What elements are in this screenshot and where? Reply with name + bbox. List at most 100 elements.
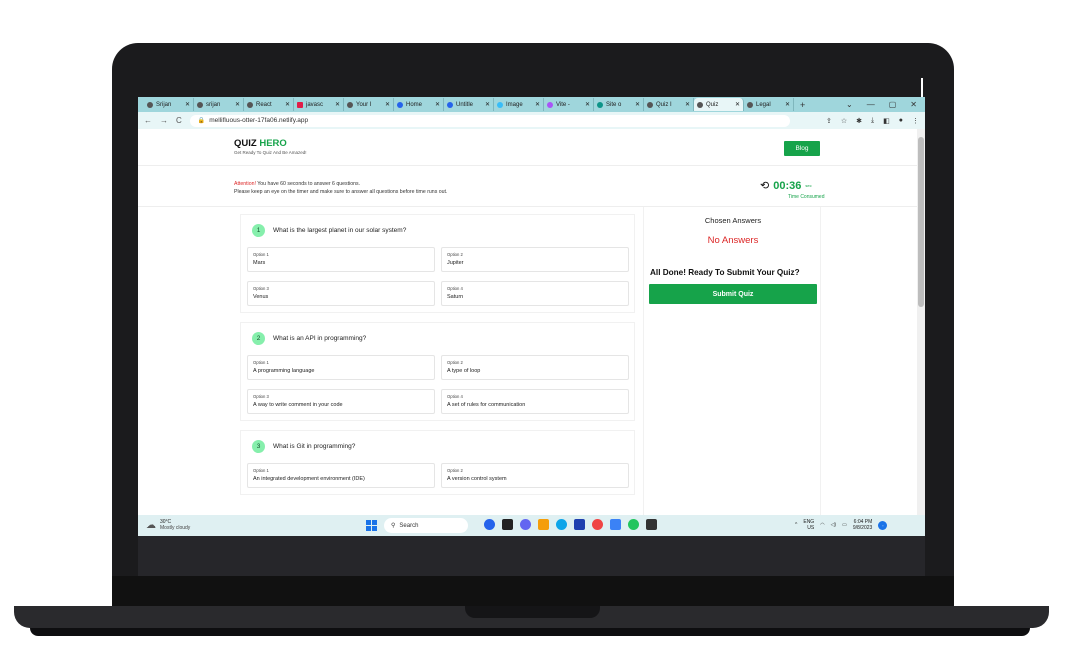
store-icon[interactable] <box>574 519 585 530</box>
browser-tab[interactable]: Untitle ✕ <box>444 98 494 111</box>
file-explorer-icon[interactable] <box>538 519 549 530</box>
tab-favicon-icon <box>647 101 653 108</box>
menu-kebab-icon[interactable]: ⋮ <box>912 117 919 125</box>
browser-tab[interactable]: Vite - ✕ <box>544 98 594 111</box>
window-controls: ⌄ — ▢ ✕ <box>846 100 925 109</box>
blog-button[interactable]: Blog <box>784 141 820 156</box>
question-number-badge: 1 <box>252 224 265 237</box>
browser-tab[interactable]: Site o ✕ <box>594 98 644 111</box>
windows-start-icon[interactable] <box>366 520 377 531</box>
browser-tab-bar: Srijan ✕ srijan ✕ React ✕ javasc ✕ Your I ✕ H… <box>138 97 925 112</box>
taskbar-clock[interactable]: 6:04 PM 9/8/2023 <box>853 519 872 531</box>
option-card[interactable]: Option 1 An integrated development enviro… <box>247 463 435 488</box>
close-tab-icon[interactable]: ✕ <box>433 101 440 108</box>
close-tab-icon[interactable]: ✕ <box>733 101 740 108</box>
submit-prompt: All Done! Ready To Submit Your Quiz? <box>650 268 800 277</box>
profile-avatar-icon[interactable]: ● <box>899 117 903 125</box>
option-card[interactable]: Option 1 A programming language <box>247 355 435 380</box>
taskbar-search[interactable]: ⚲ Search <box>384 518 468 533</box>
download-icon[interactable]: ⤓ <box>871 117 874 125</box>
close-tab-icon[interactable]: ✕ <box>283 101 290 108</box>
language-indicator[interactable]: ENG US <box>803 519 814 531</box>
option-card[interactable]: Option 2 Jupiter <box>441 247 629 272</box>
chevron-up-icon[interactable]: ^ <box>795 522 797 528</box>
option-label: Option 2 <box>447 252 463 257</box>
option-card[interactable]: Option 4 Saturn <box>441 281 629 306</box>
timer-unit: sec <box>805 183 812 188</box>
share-icon[interactable]: ⇪ <box>826 117 832 125</box>
page-scrollbar[interactable] <box>917 129 925 515</box>
option-card[interactable]: Option 2 A version control system <box>441 463 629 488</box>
browser-tab[interactable]: javasc ✕ <box>294 98 344 111</box>
browser-tab[interactable]: Legal ✕ <box>744 98 794 111</box>
github-icon <box>347 101 353 108</box>
browser-tab[interactable]: Srijan ✕ <box>144 98 194 111</box>
option-card[interactable]: Option 4 A set of rules for communication <box>441 389 629 414</box>
option-text: A type of loop <box>447 368 481 374</box>
close-tab-icon[interactable]: ✕ <box>483 101 490 108</box>
timer: ⟲ 00:36 sec <box>760 179 812 193</box>
timer-value: 00:36 <box>773 179 802 192</box>
cloud-icon: ☁ <box>146 519 156 531</box>
site-logo[interactable]: QUIZ HERO <box>234 138 287 149</box>
chrome-icon[interactable] <box>592 519 603 530</box>
option-card[interactable]: Option 3 Venus <box>247 281 435 306</box>
chrome-canary-icon[interactable] <box>628 519 639 530</box>
wifi-icon[interactable]: ◠ <box>820 522 824 528</box>
close-tab-icon[interactable]: ✕ <box>383 101 390 108</box>
back-icon[interactable]: ← <box>144 116 152 125</box>
browser-tab[interactable]: Your I ✕ <box>344 98 394 111</box>
vscode-icon[interactable] <box>610 519 621 530</box>
close-tab-icon[interactable]: ✕ <box>333 101 340 108</box>
option-card[interactable]: Option 3 A way to write comment in your c… <box>247 389 435 414</box>
new-tab-button[interactable]: + <box>794 100 811 110</box>
close-tab-icon[interactable]: ✕ <box>683 101 690 108</box>
option-text: A set of rules for communication <box>447 402 526 408</box>
bookmark-star-icon[interactable]: ☆ <box>841 117 847 125</box>
close-tab-icon[interactable]: ✕ <box>583 101 590 108</box>
question-text: What is the largest planet in our solar … <box>273 227 407 234</box>
browser-tab[interactable]: React ✕ <box>244 98 294 111</box>
option-card[interactable]: Option 1 Mars <box>247 247 435 272</box>
sidepanel-icon[interactable]: ◧ <box>883 117 890 125</box>
close-tab-icon[interactable]: ✕ <box>783 101 790 108</box>
close-tab-icon[interactable]: ✕ <box>533 101 540 108</box>
tab-search-icon[interactable]: ⌄ <box>846 100 853 109</box>
chosen-answers-title: Chosen Answers <box>704 216 762 225</box>
option-label: Option 3 <box>253 394 269 399</box>
screen: Srijan ✕ srijan ✕ React ✕ javasc ✕ Your I ✕ H… <box>138 97 925 536</box>
forward-icon[interactable]: → <box>160 116 168 125</box>
bing-icon[interactable] <box>484 519 495 530</box>
instructions-line-2: Please keep an eye on the timer and make… <box>234 189 448 195</box>
browser-tab[interactable]: Home ✕ <box>394 98 444 111</box>
minimize-button[interactable]: — <box>867 100 875 109</box>
question-text: What is Git in programming? <box>273 443 356 450</box>
chat-icon[interactable] <box>520 519 531 530</box>
option-card[interactable]: Option 2 A type of loop <box>441 355 629 380</box>
task-view-icon[interactable] <box>502 519 513 530</box>
close-tab-icon[interactable]: ✕ <box>633 101 640 108</box>
notification-badge-icon[interactable]: ◦ <box>878 520 888 530</box>
scrollbar-thumb[interactable] <box>918 137 924 307</box>
close-tab-icon[interactable]: ✕ <box>183 101 190 108</box>
battery-icon[interactable]: ▭ <box>842 522 847 528</box>
weather-widget[interactable]: ☁ 30°C Mostly cloudy <box>146 519 190 531</box>
edge-icon[interactable] <box>556 519 567 530</box>
browser-tab[interactable]: Image ✕ <box>494 98 544 111</box>
url-field[interactable]: 🔒 mellifluous-otter-17fa06.netlify.app <box>189 114 790 127</box>
volume-icon[interactable]: ◁) <box>831 522 837 528</box>
tab-favicon-icon <box>747 101 753 108</box>
browser-tab[interactable]: Quiz I ✕ <box>644 98 694 111</box>
options-grid: Option 1 An integrated development enviro… <box>247 463 629 488</box>
submit-quiz-button[interactable]: Submit Quiz <box>649 284 817 304</box>
extensions-icon[interactable]: ✱ <box>856 117 862 125</box>
maximize-button[interactable]: ▢ <box>889 100 897 109</box>
browser-tab[interactable]: srijan ✕ <box>194 98 244 111</box>
os-taskbar: ☁ 30°C Mostly cloudy ⚲ Search ^ ENG US ◠… <box>138 515 925 536</box>
close-window-button[interactable]: ✕ <box>910 100 917 109</box>
browser-tab-active[interactable]: Quiz ✕ <box>694 98 744 111</box>
close-tab-icon[interactable]: ✕ <box>233 101 240 108</box>
option-text: A way to write comment in your code <box>253 402 343 408</box>
reload-icon[interactable]: C <box>176 116 182 125</box>
terminal-icon[interactable] <box>646 519 657 530</box>
